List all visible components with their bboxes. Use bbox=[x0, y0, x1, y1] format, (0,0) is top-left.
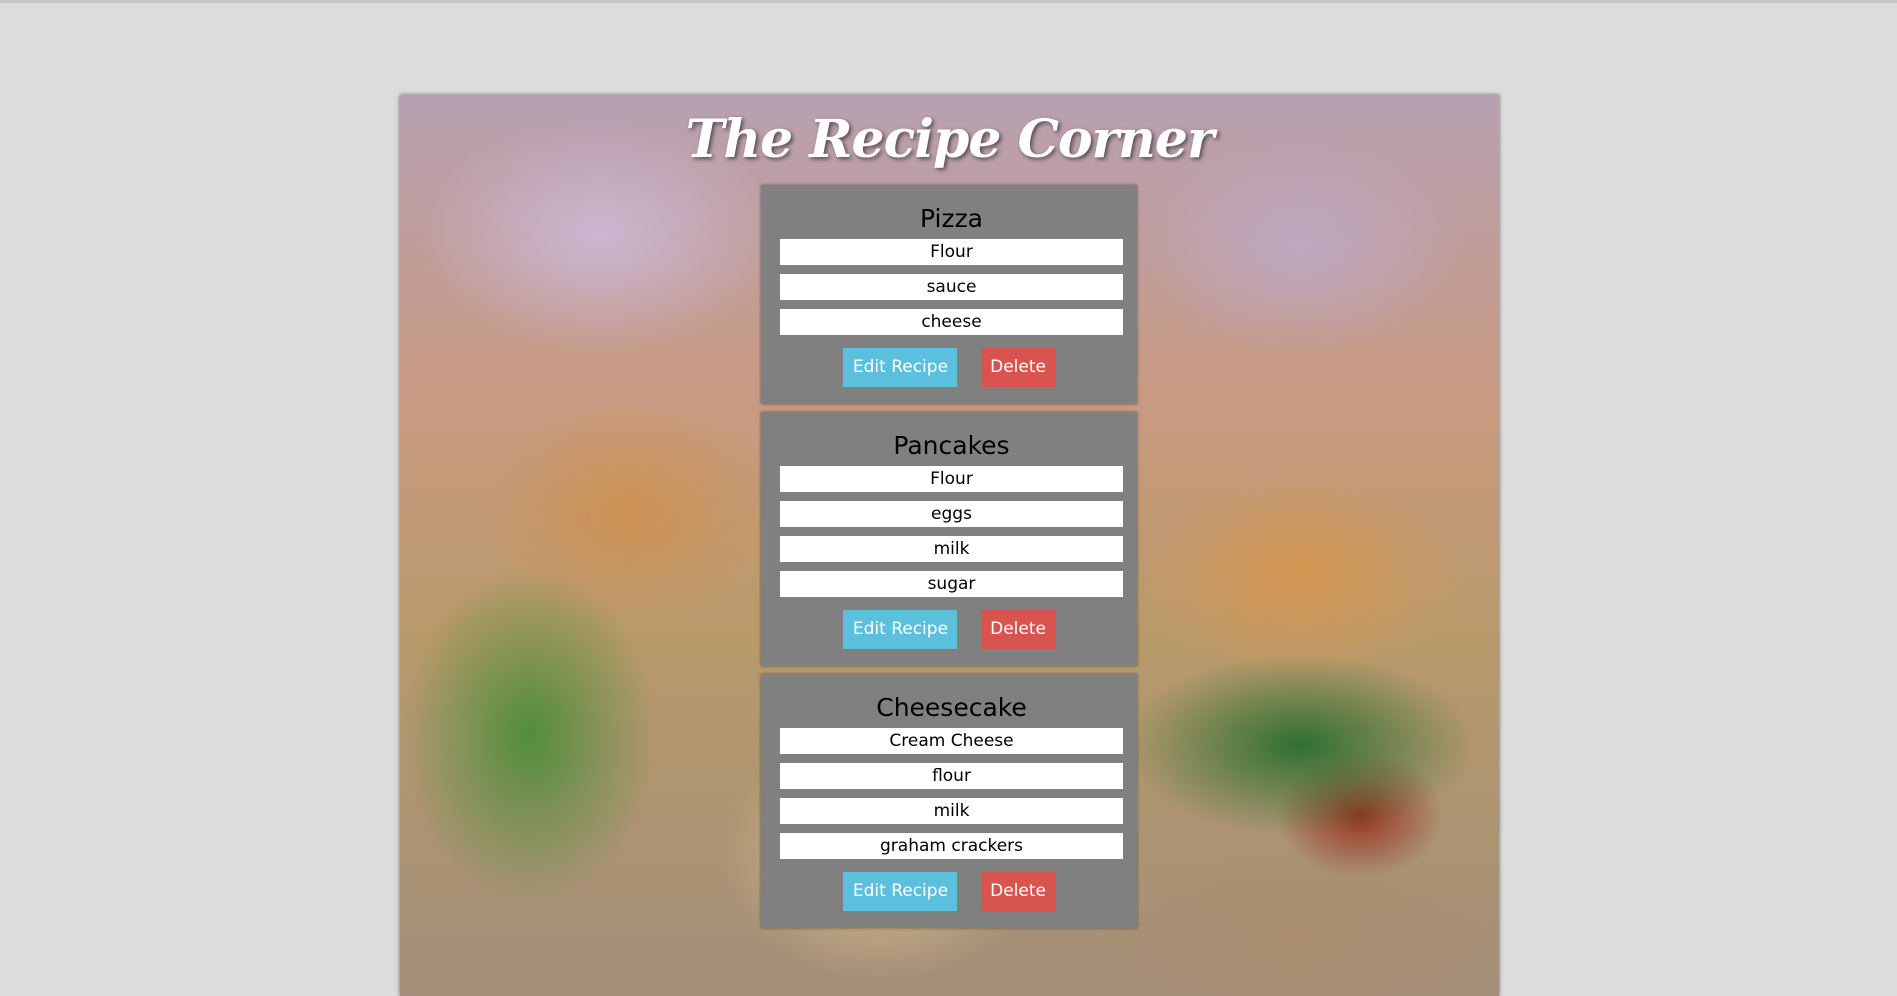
ingredient-item: eggs bbox=[780, 501, 1123, 527]
recipe-title: Pizza bbox=[919, 204, 984, 233]
ingredient-item: cheese bbox=[780, 309, 1123, 335]
edit-recipe-button[interactable]: Edit Recipe bbox=[843, 610, 958, 649]
ingredient-item: Flour bbox=[780, 239, 1123, 265]
ingredient-item: milk bbox=[780, 536, 1123, 562]
recipe-title: Pancakes bbox=[893, 431, 1010, 460]
ingredient-item: Cream Cheese bbox=[780, 728, 1123, 754]
ingredient-item: sauce bbox=[780, 274, 1123, 300]
delete-recipe-button[interactable]: Delete bbox=[980, 348, 1056, 387]
recipe-card-cheesecake: Cheesecake Cream Cheese flour milk graha… bbox=[761, 674, 1137, 928]
recipe-actions: Edit Recipe Delete bbox=[780, 348, 1123, 387]
ingredient-item: milk bbox=[780, 798, 1123, 824]
ingredient-item: graham crackers bbox=[780, 833, 1123, 859]
ingredient-item: sugar bbox=[780, 571, 1123, 597]
edit-recipe-button[interactable]: Edit Recipe bbox=[843, 348, 958, 387]
recipe-card-pizza: Pizza Flour sauce cheese Edit Recipe Del… bbox=[761, 185, 1137, 404]
delete-recipe-button[interactable]: Delete bbox=[980, 610, 1056, 649]
recipe-app-container: The Recipe Corner Pizza Flour sauce chee… bbox=[400, 95, 1499, 996]
delete-recipe-button[interactable]: Delete bbox=[980, 872, 1056, 911]
recipe-title: Cheesecake bbox=[876, 693, 1027, 722]
top-border bbox=[0, 0, 1897, 3]
recipe-list: Pizza Flour sauce cheese Edit Recipe Del… bbox=[761, 185, 1137, 936]
page-title: The Recipe Corner bbox=[685, 109, 1215, 170]
recipe-actions: Edit Recipe Delete bbox=[780, 610, 1123, 649]
ingredient-item: Flour bbox=[780, 466, 1123, 492]
edit-recipe-button[interactable]: Edit Recipe bbox=[843, 872, 958, 911]
recipe-card-pancakes: Pancakes Flour eggs milk sugar Edit Reci… bbox=[761, 412, 1137, 666]
ingredient-item: flour bbox=[780, 763, 1123, 789]
recipe-actions: Edit Recipe Delete bbox=[780, 872, 1123, 911]
